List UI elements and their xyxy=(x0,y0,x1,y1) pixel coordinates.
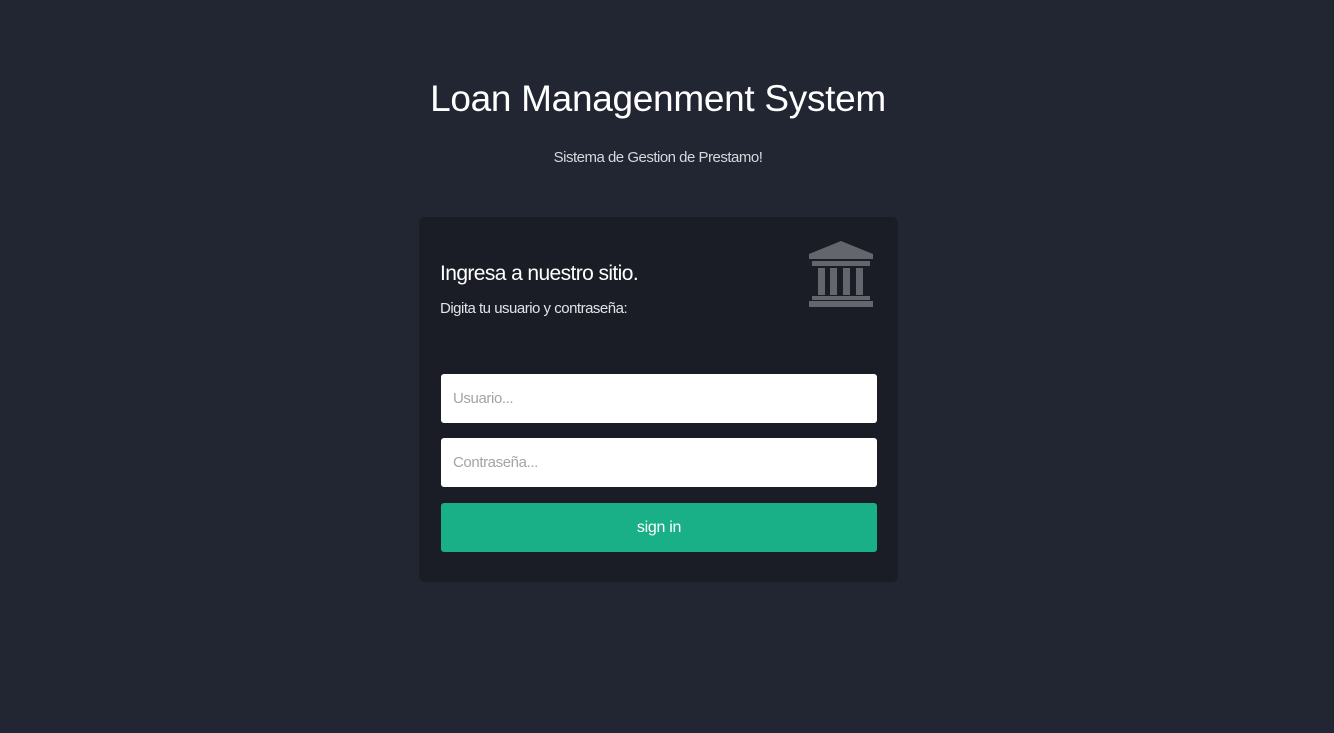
page-subtitle: Sistema de Gestion de Prestamo! xyxy=(553,149,763,166)
bank-icon xyxy=(809,241,873,307)
password-input[interactable] xyxy=(441,438,877,487)
login-heading: Ingresa a nuestro sitio. xyxy=(440,262,639,285)
login-card: Ingresa a nuestro sitio. Digita tu usuar… xyxy=(419,217,898,582)
login-subheading: Digita tu usuario y contraseña: xyxy=(440,300,628,317)
page-title: Loan Managenment System xyxy=(430,78,886,119)
sign-in-button[interactable]: sign in xyxy=(441,503,877,552)
username-input[interactable] xyxy=(441,374,877,423)
